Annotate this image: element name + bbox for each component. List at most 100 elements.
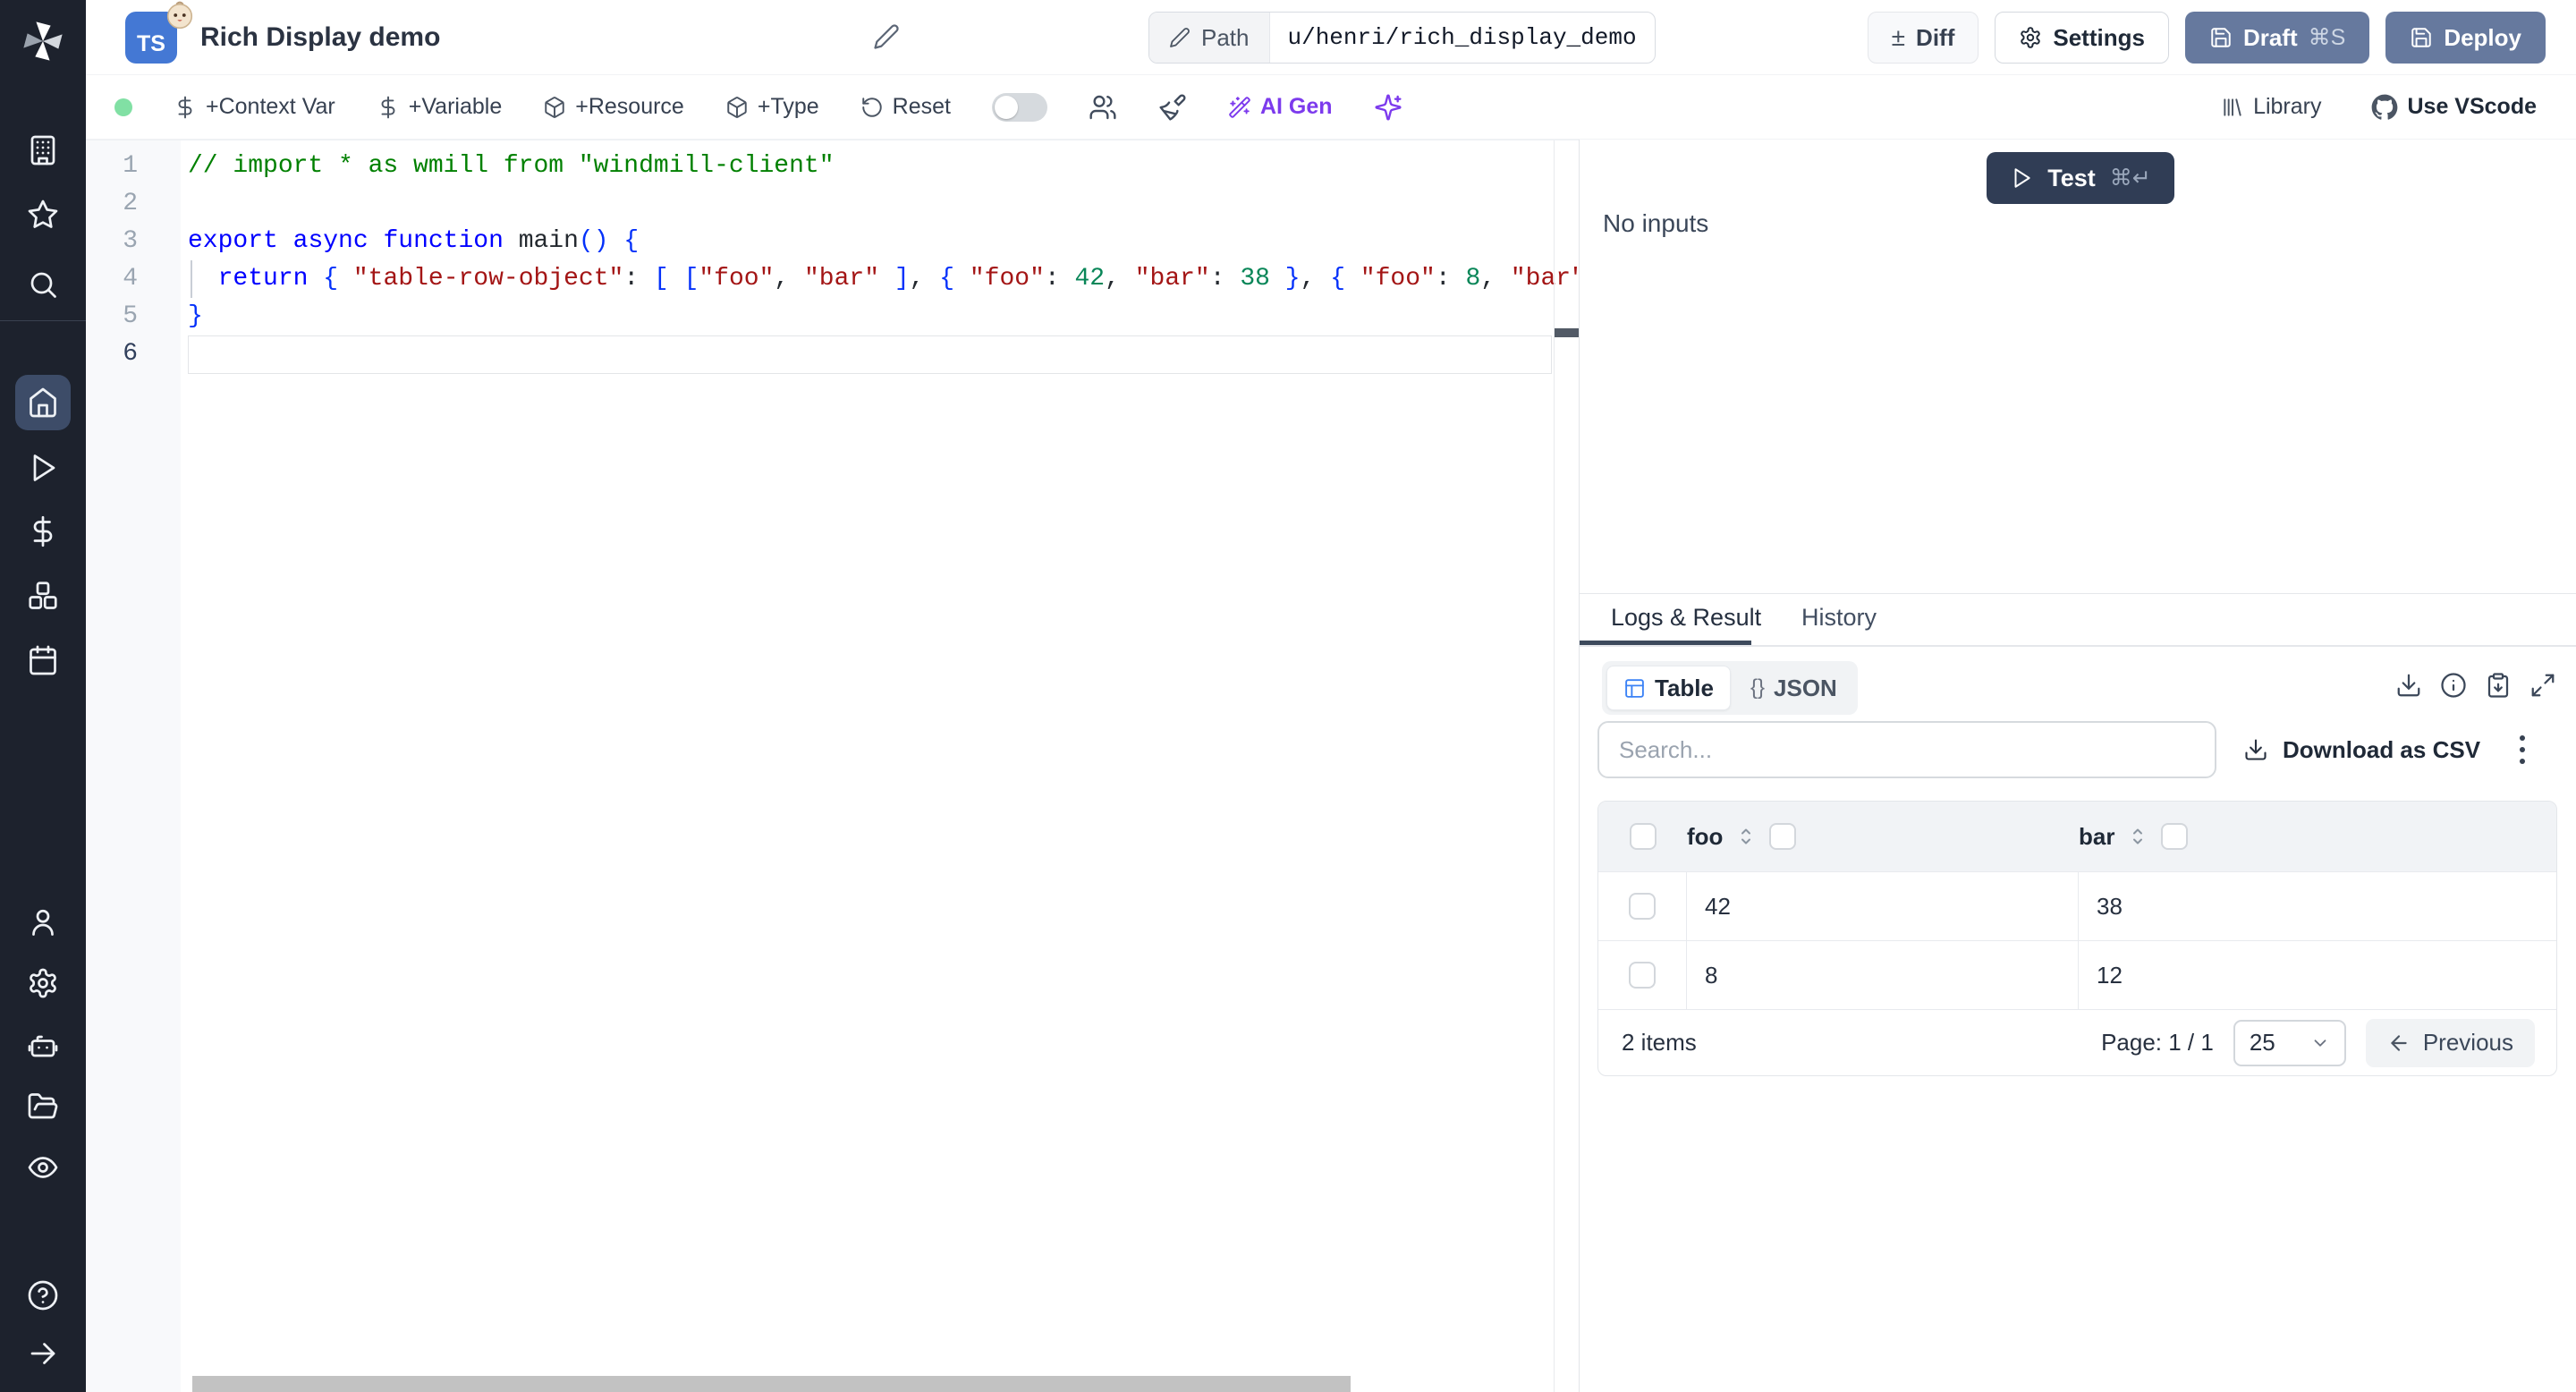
edit-title-pencil-icon[interactable] [873,23,900,50]
tabs-bottom-border [1580,645,2576,647]
test-button[interactable]: Test ⌘↵ [1987,152,2174,204]
code-line[interactable]: export async function main() { [188,223,1554,260]
user-icon[interactable] [27,906,59,938]
cell-foo: 42 [1687,872,2079,940]
code-line[interactable] [188,335,1554,373]
github-icon [2371,94,2398,121]
package-icon [725,96,749,119]
add-variable-button[interactable]: +Variable [377,94,502,120]
expand-icon[interactable] [2529,672,2556,699]
chevron-down-icon [2310,1033,2330,1053]
code-line[interactable]: // import * as wmill from "windmill-clie… [188,148,1554,185]
rotate-ccw-icon [860,96,884,119]
items-count: 2 items [1622,1029,1697,1057]
view-table-button[interactable]: Table [1606,666,1731,710]
library-button[interactable]: Library [2221,94,2321,120]
workers-bot-icon[interactable] [27,1029,59,1061]
wand-icon [1228,96,1251,119]
add-resource-button[interactable]: +Resource [543,94,684,120]
sort-icon[interactable] [2127,826,2148,847]
code-editor[interactable]: 123456 // import * as wmill from "windmi… [86,140,1579,1392]
save-icon [2410,26,2433,49]
editor-horizontal-scrollbar[interactable] [192,1376,1351,1392]
collab-toggle[interactable] [992,93,1047,122]
search-input[interactable] [1597,721,2216,778]
run-panel: Test ⌘↵ No inputs Logs & Result History … [1579,140,2576,1392]
cell-bar: 12 [2079,941,2556,1009]
column-header-bar[interactable]: bar [2079,823,2114,851]
line-number: 6 [86,335,138,373]
search-icon[interactable] [27,268,59,301]
line-number: 5 [86,298,138,335]
workspace-building-icon[interactable] [27,134,59,166]
download-csv-button[interactable]: Download as CSV [2243,721,2480,778]
help-icon[interactable] [27,1279,59,1311]
format-paintbrush-icon[interactable] [1158,93,1187,122]
tab-logs-result[interactable]: Logs & Result [1611,594,1761,641]
sparkles-icon[interactable] [1374,93,1402,122]
deploy-button[interactable]: Deploy [2385,12,2546,64]
windmill-logo-icon[interactable] [20,18,66,64]
favorites-star-icon[interactable] [27,199,59,231]
home-icon[interactable] [27,386,59,419]
code-line[interactable] [188,185,1554,223]
sort-icon[interactable] [1735,826,1757,847]
resources-boxes-icon[interactable] [27,580,59,612]
download-icon[interactable] [2395,672,2422,699]
runs-play-icon[interactable] [27,452,59,484]
ai-gen-button[interactable]: AI Gen [1228,94,1333,120]
row-checkbox[interactable] [1629,893,1656,920]
schedules-calendar-icon[interactable] [27,644,59,676]
select-all-checkbox[interactable] [1630,823,1657,850]
row-checkbox[interactable] [1629,962,1656,989]
add-type-button[interactable]: +Type [725,94,819,120]
view-json-button[interactable]: {} JSON [1734,666,1853,710]
sidebar-divider [0,320,86,321]
top-bar: TS Rich Display demo Path u/henri/rich_d… [86,0,2576,75]
settings-button[interactable]: Settings [1995,12,2169,64]
audit-eye-icon[interactable] [27,1151,59,1184]
draft-shortcut: ⌘S [2309,24,2346,51]
cell-bar: 38 [2079,872,2556,940]
info-icon[interactable] [2440,672,2467,699]
reset-button[interactable]: Reset [860,94,951,120]
expand-sidebar-arrow-icon[interactable] [27,1337,59,1370]
diff-button[interactable]: ± Diff [1868,12,1979,64]
column-checkbox[interactable] [2161,823,2188,850]
overview-ruler-mark [1555,328,1579,337]
settings-gear-icon[interactable] [27,967,59,999]
toolbar-right: Library Use VScode [2221,94,2576,121]
more-options-kebab-icon[interactable] [2504,730,2540,769]
tab-history[interactable]: History [1801,594,1877,641]
code-lines[interactable]: // import * as wmill from "windmill-clie… [188,148,1554,373]
table-row: 4238 [1598,871,2556,940]
page-indicator: Page: 1 / 1 [2101,1029,2214,1057]
variables-dollar-icon[interactable] [27,515,59,547]
download-icon [2243,737,2268,762]
script-emoji-icon [165,0,195,30]
code-line[interactable]: return { "table-row-object": [ ["foo", "… [188,260,1554,298]
clipboard-copy-icon[interactable] [2485,672,2512,699]
edit-path-button[interactable]: Path [1149,13,1270,63]
pencil-icon [1169,27,1191,48]
code-line[interactable]: } [188,298,1554,335]
use-vscode-button[interactable]: Use VScode [2371,94,2537,121]
column-header-foo[interactable]: foo [1687,823,1723,851]
line-number: 4 [86,260,138,298]
braces-icon: {} [1750,675,1765,700]
toggle-knob [995,96,1018,119]
add-context-var-button[interactable]: +Context Var [174,94,335,120]
column-checkbox[interactable] [1769,823,1796,850]
users-icon[interactable] [1089,93,1117,122]
sidebar [0,0,86,1392]
folder-open-icon[interactable] [27,1091,59,1123]
arrow-left-icon [2387,1031,2411,1055]
page-size-select[interactable]: 25 [2233,1020,2346,1066]
editor-toolbar: +Context Var +Variable +Resource +Type R… [86,75,2576,140]
draft-button[interactable]: Draft ⌘S [2185,12,2369,64]
table-icon [1623,677,1646,700]
dollar-icon [377,96,400,119]
previous-page-button[interactable]: Previous [2366,1019,2535,1067]
result-table-body: 4238812 [1598,871,2556,1009]
cell-foo: 8 [1687,941,2079,1009]
